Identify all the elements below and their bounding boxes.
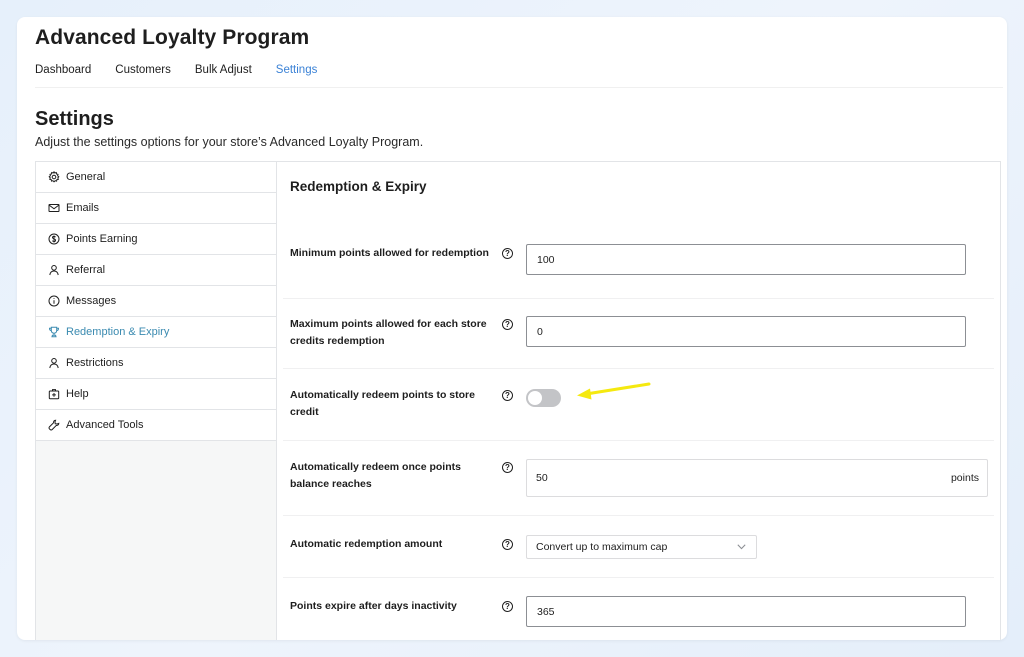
gear-icon	[48, 171, 60, 183]
min-points-label: Minimum points allowed for redemption	[290, 247, 489, 259]
auto-threshold-label: Automatically redeem once points balance…	[290, 461, 461, 490]
header-divider	[35, 87, 1003, 88]
help-box-icon	[48, 388, 60, 400]
info-icon	[48, 295, 60, 307]
dollar-circle-icon	[48, 233, 60, 245]
wrench-icon	[48, 419, 60, 431]
help-icon[interactable]: ?	[502, 248, 513, 259]
sidebar-item-general[interactable]: General	[36, 162, 277, 193]
field-row-expiry-days: Points expire after days inactivity ? 36…	[283, 578, 994, 640]
sidebar-item-messages[interactable]: Messages	[36, 286, 277, 317]
sidebar-item-label: Redemption & Expiry	[66, 326, 170, 338]
sidebar-item-label: Referral	[66, 264, 106, 276]
field-row-auto-amount: Automatic redemption amount ? Convert up…	[283, 516, 994, 578]
auto-threshold-value: 50	[536, 472, 548, 484]
sidebar-item-label: Messages	[66, 295, 117, 307]
sidebar-item-label: Help	[66, 388, 89, 400]
field-row-max-points: Maximum points allowed for each store cr…	[283, 299, 994, 369]
field-row-min-points: Minimum points allowed for redemption ? …	[283, 228, 994, 299]
auto-amount-select[interactable]: Convert up to maximum cap	[526, 535, 757, 559]
tab-customers[interactable]: Customers	[115, 62, 171, 88]
help-icon[interactable]: ?	[502, 601, 513, 612]
annotation-arrow-icon	[577, 382, 651, 400]
trophy-icon	[48, 326, 60, 338]
page-title: Settings	[35, 108, 114, 130]
sidebar-item-label: Advanced Tools	[66, 419, 144, 431]
help-icon[interactable]: ?	[502, 390, 513, 401]
app-card: Advanced Loyalty Program Dashboard Custo…	[17, 17, 1007, 640]
tab-dashboard[interactable]: Dashboard	[35, 62, 91, 88]
person-icon	[48, 264, 60, 276]
top-tabs: Dashboard Customers Bulk Adjust Settings	[35, 62, 318, 88]
person-icon	[48, 357, 60, 369]
sidebar-item-help[interactable]: Help	[36, 379, 277, 410]
sidebar-item-label: General	[66, 171, 106, 183]
tab-bulk-adjust[interactable]: Bulk Adjust	[195, 62, 252, 88]
sidebar-item-restrictions[interactable]: Restrictions	[36, 348, 277, 379]
auto-amount-selected: Convert up to maximum cap	[536, 541, 668, 553]
help-icon[interactable]: ?	[502, 462, 513, 473]
app-title: Advanced Loyalty Program	[35, 26, 310, 49]
toggle-knob	[528, 391, 542, 405]
auto-threshold-input[interactable]: 50 points	[526, 459, 988, 497]
help-icon[interactable]: ?	[502, 319, 513, 330]
sidebar-item-label: Points Earning	[66, 233, 138, 245]
auto-amount-label: Automatic redemption amount	[290, 538, 443, 550]
auto-redeem-label: Automatically redeem points to store cre…	[290, 389, 475, 418]
envelope-icon	[48, 202, 60, 214]
chevron-down-icon	[737, 541, 746, 553]
expiry-days-input[interactable]: 365	[526, 596, 966, 627]
settings-sidebar: General Emails Points Earning Referral M…	[35, 161, 277, 640]
tab-settings[interactable]: Settings	[275, 62, 318, 88]
section-title: Redemption & Expiry	[290, 179, 427, 194]
min-points-input[interactable]: 100	[526, 244, 966, 275]
auto-redeem-toggle[interactable]	[526, 389, 561, 407]
field-row-auto-threshold: Automatically redeem once points balance…	[283, 441, 994, 516]
sidebar-item-redemption-expiry[interactable]: Redemption & Expiry	[36, 317, 277, 348]
expiry-days-label: Points expire after days inactivity	[290, 600, 457, 612]
sidebar-item-emails[interactable]: Emails	[36, 193, 277, 224]
sidebar-item-label: Emails	[66, 202, 100, 214]
points-suffix: points	[950, 472, 979, 484]
help-icon[interactable]: ?	[502, 539, 513, 550]
page-description: Adjust the settings options for your sto…	[35, 135, 424, 149]
sidebar-item-advanced-tools[interactable]: Advanced Tools	[36, 410, 277, 441]
sidebar-item-label: Restrictions	[66, 357, 124, 369]
sidebar-item-points-earning[interactable]: Points Earning	[36, 224, 277, 255]
max-points-label: Maximum points allowed for each store cr…	[290, 318, 487, 347]
sidebar-item-referral[interactable]: Referral	[36, 255, 277, 286]
max-points-input[interactable]: 0	[526, 316, 966, 347]
